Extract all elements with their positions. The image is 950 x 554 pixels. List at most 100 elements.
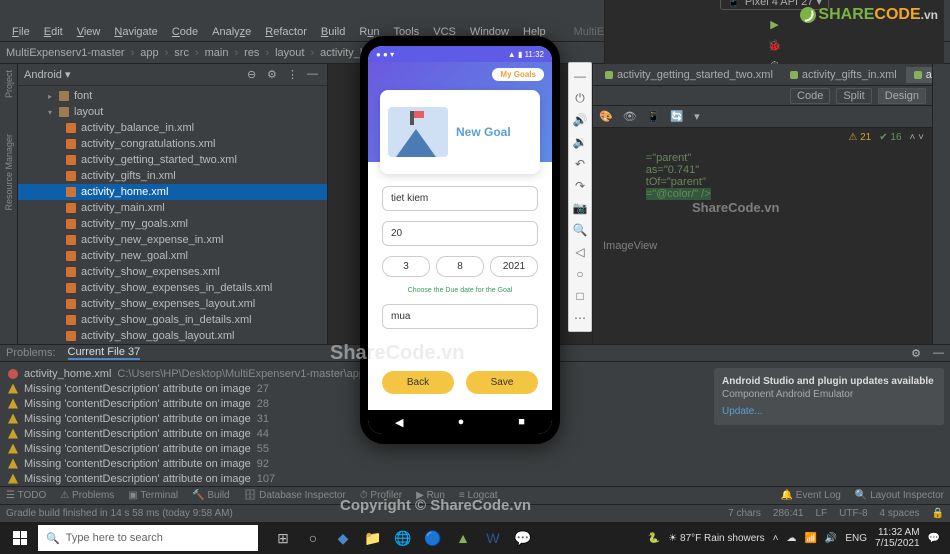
tree-item[interactable]: activity_congratulations.xml <box>18 136 327 152</box>
tree-item[interactable]: activity_getting_started_two.xml <box>18 152 327 168</box>
problem-row[interactable]: Missing 'contentDescription' attribute o… <box>8 441 700 456</box>
tree-item[interactable]: activity_balance_in.xml <box>18 120 327 136</box>
emu-volume-up-icon[interactable]: 🔊 <box>573 113 587 127</box>
view-design[interactable]: Design <box>878 88 926 104</box>
tree-item[interactable]: activity_my_goals.xml <box>18 216 327 232</box>
tray-weather[interactable]: ☀ 87°F Rain showers <box>668 533 764 544</box>
tray-notifications-icon[interactable]: 💬 <box>928 533 940 544</box>
taskbar-word[interactable]: W <box>478 524 508 552</box>
taskbar-edge[interactable]: 🔵 <box>418 524 448 552</box>
project-tree[interactable]: ▸font ▾layout activity_balance_in.xmlact… <box>18 86 327 344</box>
tree-folder-layout[interactable]: ▾layout <box>18 104 327 120</box>
problems-file-header[interactable]: activity_home.xml C:\Users\HP\Desktop\Mu… <box>8 366 700 381</box>
editor-tab-0[interactable]: activity_getting_started_two.xml <box>597 67 781 83</box>
date-year-input[interactable]: 2021 <box>490 256 538 277</box>
emu-rotate-left-icon[interactable]: ↶ <box>573 157 587 171</box>
menu-view[interactable]: View <box>71 24 107 40</box>
chevron-icon[interactable]: ˄ ˅ <box>910 132 924 143</box>
problem-row[interactable]: Missing 'contentDescription' attribute o… <box>8 396 700 411</box>
menu-file[interactable]: File <box>6 24 36 40</box>
update-link[interactable]: Update... <box>722 406 936 417</box>
problems-settings-icon[interactable]: ⚙ <box>911 347 921 360</box>
emu-overview-icon[interactable]: □ <box>573 289 587 303</box>
tray-lang[interactable]: ENG <box>845 533 867 544</box>
tree-item[interactable]: activity_home.xml <box>18 184 327 200</box>
problem-row[interactable]: Missing 'contentDescription' attribute o… <box>8 471 700 486</box>
emu-zoom-icon[interactable]: 🔍 <box>573 223 587 237</box>
tool-todo[interactable]: ☰ TODO <box>6 490 46 501</box>
menu-code[interactable]: Code <box>166 24 204 40</box>
problem-row[interactable]: Missing 'contentDescription' attribute o… <box>8 381 700 396</box>
check-count[interactable]: ✔ 16 <box>879 132 901 143</box>
tool-database[interactable]: 🗄 Database Inspector <box>244 490 346 501</box>
tool-layout-inspector[interactable]: 🔍 Layout Inspector <box>855 490 944 501</box>
tool-event-log[interactable]: 🔔 Event Log <box>781 490 841 501</box>
emu-more-icon[interactable]: ⋯ <box>573 311 587 325</box>
crumb-app[interactable]: app <box>140 47 158 59</box>
emu-back-icon[interactable]: ◁ <box>573 245 587 259</box>
taskbar-app-3[interactable]: 💬 <box>508 524 538 552</box>
tree-item[interactable]: activity_new_goal.xml <box>18 248 327 264</box>
crumb-main[interactable]: main <box>205 47 229 59</box>
problem-row[interactable]: Missing 'contentDescription' attribute o… <box>8 426 700 441</box>
tool-resource-manager[interactable]: Resource Manager <box>4 134 14 211</box>
tray-clock[interactable]: 11:32 AM 7/15/2021 <box>875 527 920 549</box>
tool-terminal[interactable]: ▣ Terminal <box>128 490 178 501</box>
tree-item[interactable]: activity_gifts_in.xml <box>18 168 327 184</box>
crumb-layout[interactable]: layout <box>275 47 304 59</box>
eye-icon[interactable]: 👁 <box>623 110 637 123</box>
device-select[interactable]: 📱Pixel 4 API 27 ▾ <box>720 0 829 10</box>
palette-icon[interactable]: 🎨 <box>599 110 613 123</box>
emu-camera-icon[interactable]: 📷 <box>573 201 587 215</box>
my-goals-button[interactable]: My Goals <box>492 68 544 81</box>
tool-profiler[interactable]: ⏱ Profiler <box>360 490 402 501</box>
emu-volume-down-icon[interactable]: 🔉 <box>573 135 587 149</box>
crumb-root[interactable]: MultiExpenserv1-master <box>6 47 125 59</box>
nav-recent-icon[interactable]: ■ <box>518 416 525 428</box>
status-encoding[interactable]: UTF-8 <box>839 508 867 519</box>
emu-power-icon[interactable]: ⏻ <box>573 91 587 105</box>
tree-item[interactable]: activity_show_goals_layout.xml <box>18 328 327 344</box>
editor-tab-1[interactable]: activity_gifts_in.xml <box>782 67 905 83</box>
tree-item[interactable]: activity_show_expenses_layout.xml <box>18 296 327 312</box>
tool-build[interactable]: 🔨 Build <box>192 490 229 501</box>
theme-icon[interactable]: ▾ <box>694 110 700 123</box>
status-lock-icon[interactable]: 🔒 <box>932 508 944 519</box>
crumb-src[interactable]: src <box>174 47 189 59</box>
problems-tab-current[interactable]: Current File 37 <box>68 346 141 360</box>
tray-chevron-icon[interactable]: ˄ <box>773 533 779 544</box>
tray-wifi-icon[interactable]: 📶 <box>804 533 816 544</box>
tree-item[interactable]: activity_main.xml <box>18 200 327 216</box>
menu-analyze[interactable]: Analyze <box>206 24 257 40</box>
problems-hide-icon[interactable]: — <box>933 347 944 359</box>
debug-button[interactable]: 🐞 <box>768 39 782 52</box>
problems-tab-label[interactable]: Problems: <box>6 347 56 359</box>
status-line-sep[interactable]: LF <box>816 508 828 519</box>
view-code[interactable]: Code <box>790 88 830 104</box>
save-button[interactable]: Save <box>466 371 538 394</box>
project-filter-icon[interactable]: ⚙ <box>267 68 281 82</box>
taskbar-search[interactable]: 🔍 Type here to search <box>38 525 258 551</box>
goal-amount-input[interactable]: 20 <box>382 221 538 246</box>
date-month-input[interactable]: 8 <box>436 256 484 277</box>
problem-row[interactable]: Missing 'contentDescription' attribute o… <box>8 456 700 471</box>
tree-item[interactable]: activity_show_goals_in_details.xml <box>18 312 327 328</box>
tree-item[interactable]: activity_show_expenses_in_details.xml <box>18 280 327 296</box>
orientation-icon[interactable]: 🔄 <box>670 110 684 123</box>
taskbar-chrome[interactable]: 🌐 <box>388 524 418 552</box>
run-button[interactable]: ▶ <box>770 18 778 31</box>
status-caret[interactable]: 286:41 <box>773 508 804 519</box>
tree-item[interactable]: activity_show_expenses.xml <box>18 264 327 280</box>
tool-problems[interactable]: ⚠ Problems <box>60 490 114 501</box>
task-view-icon[interactable]: ⊞ <box>268 524 298 552</box>
tool-run[interactable]: ▶ Run <box>416 490 445 501</box>
start-button[interactable] <box>4 524 36 552</box>
goal-name-input[interactable]: tiet kiem <box>382 186 538 211</box>
menu-edit[interactable]: Edit <box>38 24 69 40</box>
emu-home-icon[interactable]: ○ <box>573 267 587 281</box>
project-settings-icon[interactable]: ⋮ <box>287 68 301 82</box>
emu-close-icon[interactable]: — <box>573 69 587 83</box>
menu-refactor[interactable]: Refactor <box>259 24 313 40</box>
nav-home-icon[interactable]: ● <box>458 416 465 428</box>
taskbar-android-studio[interactable]: ▲ <box>448 524 478 552</box>
